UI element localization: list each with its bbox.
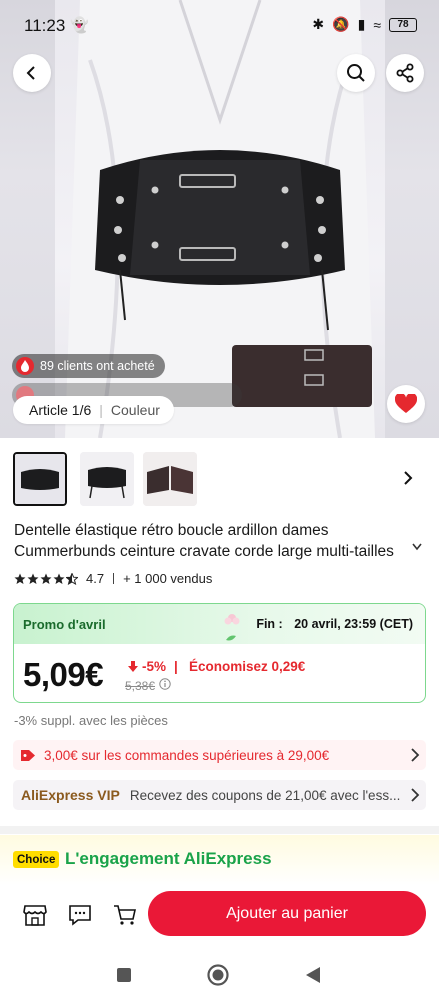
flower-icon <box>224 614 240 641</box>
mute-icon: 🔕 <box>332 16 350 32</box>
recents-button[interactable] <box>113 964 135 986</box>
promo-card[interactable]: Promo d'avril Fin : 20 avril, 23:59 (CET… <box>13 603 426 703</box>
extra-discount-text: -3% suppl. avec les pièces <box>14 713 168 728</box>
system-navigation-bar <box>0 950 439 1000</box>
heart-icon <box>395 394 417 413</box>
triangle-back-icon <box>306 967 320 983</box>
promo-name: Promo d'avril <box>23 617 106 632</box>
bottom-action-bar: Ajouter au panier <box>0 888 439 944</box>
coupon-banner[interactable]: 3,00€ sur les commandes supérieures à 29… <box>13 740 426 770</box>
discount-separator: | <box>174 659 178 674</box>
info-icon[interactable] <box>159 678 171 690</box>
search-icon <box>347 64 365 82</box>
chevron-down-icon <box>412 543 422 551</box>
store-button[interactable] <box>22 902 48 928</box>
product-title-line-1: Dentelle élastique rétro boucle ardillon… <box>14 522 329 539</box>
wifi-icon: ≈ <box>373 16 381 33</box>
flame-icon <box>16 357 34 375</box>
chevron-right-icon <box>411 748 420 762</box>
discount-badge: -5% | <box>128 659 182 674</box>
home-icon <box>207 964 229 986</box>
thumbnail-3[interactable] <box>143 452 197 506</box>
vip-banner[interactable]: AliExpress VIP Recevez des coupons de 21… <box>13 780 426 810</box>
status-icons: ✱ 🔕 ▮ ≈ 78 <box>312 16 417 33</box>
promo-header: Promo d'avril Fin : 20 avril, 23:59 (CET… <box>14 604 425 644</box>
star-icon <box>40 573 52 584</box>
section-divider <box>0 826 439 834</box>
chevron-right-icon <box>404 471 413 485</box>
clients-bought-badge: 89 clients ont acheté <box>12 354 165 378</box>
cart-button[interactable] <box>112 902 138 928</box>
product-title[interactable]: Dentelle élastique rétro boucle ardillon… <box>14 520 422 562</box>
star-icon <box>14 573 26 584</box>
recents-icon <box>117 968 131 982</box>
vip-label: AliExpress VIP <box>21 787 120 803</box>
thumbnail-2[interactable] <box>80 452 134 506</box>
coupon-tag-icon <box>21 749 35 761</box>
pill-separator: | <box>99 402 103 418</box>
back-button[interactable] <box>13 54 51 92</box>
rating-separator <box>113 573 115 584</box>
chat-icon <box>69 905 91 926</box>
current-price: 5,09€ <box>23 656 104 693</box>
rating-stars <box>14 572 78 585</box>
status-time: 11:23 <box>24 16 66 35</box>
choice-commitment-row[interactable]: Choice L'engagement AliExpress <box>0 835 439 885</box>
choice-badge: Choice <box>13 851 60 868</box>
star-icon <box>27 573 39 584</box>
chat-button[interactable] <box>67 902 93 928</box>
star-half-icon <box>66 572 78 585</box>
product-image-gallery[interactable]: 11:23 👻 ✱ 🔕 ▮ ≈ 78 89 clients ont acheté… <box>0 0 439 438</box>
promo-end: Fin : 20 avril, 23:59 (CET) <box>256 617 413 631</box>
thumbnail-1[interactable] <box>13 452 67 506</box>
thumbnail-strip <box>13 452 426 506</box>
store-icon <box>23 905 47 926</box>
rating-value: 4.7 <box>86 571 105 586</box>
share-button[interactable] <box>386 54 424 92</box>
cart-icon <box>114 905 136 925</box>
back-arrow-icon <box>26 66 35 80</box>
clients-bought-text: 89 clients ont acheté <box>40 359 155 373</box>
down-arrow-icon <box>128 661 138 672</box>
rating-row[interactable]: 4.7 + 1 000 vendus <box>14 571 212 586</box>
discount-percent: -5% <box>142 659 167 674</box>
article-selector-pill[interactable]: Article 1/6 | Couleur <box>13 396 174 424</box>
share-icon <box>396 63 414 83</box>
sold-count: + 1 000 vendus <box>123 571 213 586</box>
vip-text: Recevez des coupons de 21,00€ avec l'ess… <box>129 787 401 803</box>
wishlist-button[interactable] <box>387 385 425 423</box>
promo-end-date: 20 avril, 23:59 (CET) <box>294 617 413 631</box>
product-title-line-2: Cummerbunds ceinture cravate corde large… <box>14 543 394 560</box>
add-to-cart-button[interactable]: Ajouter au panier <box>148 891 426 936</box>
article-counter: Article 1/6 <box>29 402 92 418</box>
original-price: 5,38€ <box>125 679 156 693</box>
search-button[interactable] <box>337 54 375 92</box>
choice-commitment-text: L'engagement AliExpress <box>65 849 272 868</box>
thumbnails-next-button[interactable] <box>398 468 418 488</box>
status-bar: 11:23 👻 ✱ 🔕 ▮ ≈ 78 <box>0 0 439 50</box>
bluetooth-icon: ✱ <box>312 16 325 32</box>
coupon-text: 3,00€ sur les commandes supérieures à 29… <box>44 747 330 763</box>
battery-icon: 78 <box>389 17 417 32</box>
signal-icon: ▮ <box>357 16 366 32</box>
color-label: Couleur <box>110 402 160 418</box>
promo-end-label: Fin : <box>256 617 283 631</box>
snapchat-icon: 👻 <box>70 17 89 34</box>
chevron-right-icon <box>411 788 420 802</box>
system-back-button[interactable] <box>302 964 324 986</box>
star-icon <box>53 573 65 584</box>
home-button[interactable] <box>207 964 229 986</box>
savings-amount: Économisez 0,29€ <box>189 659 306 674</box>
